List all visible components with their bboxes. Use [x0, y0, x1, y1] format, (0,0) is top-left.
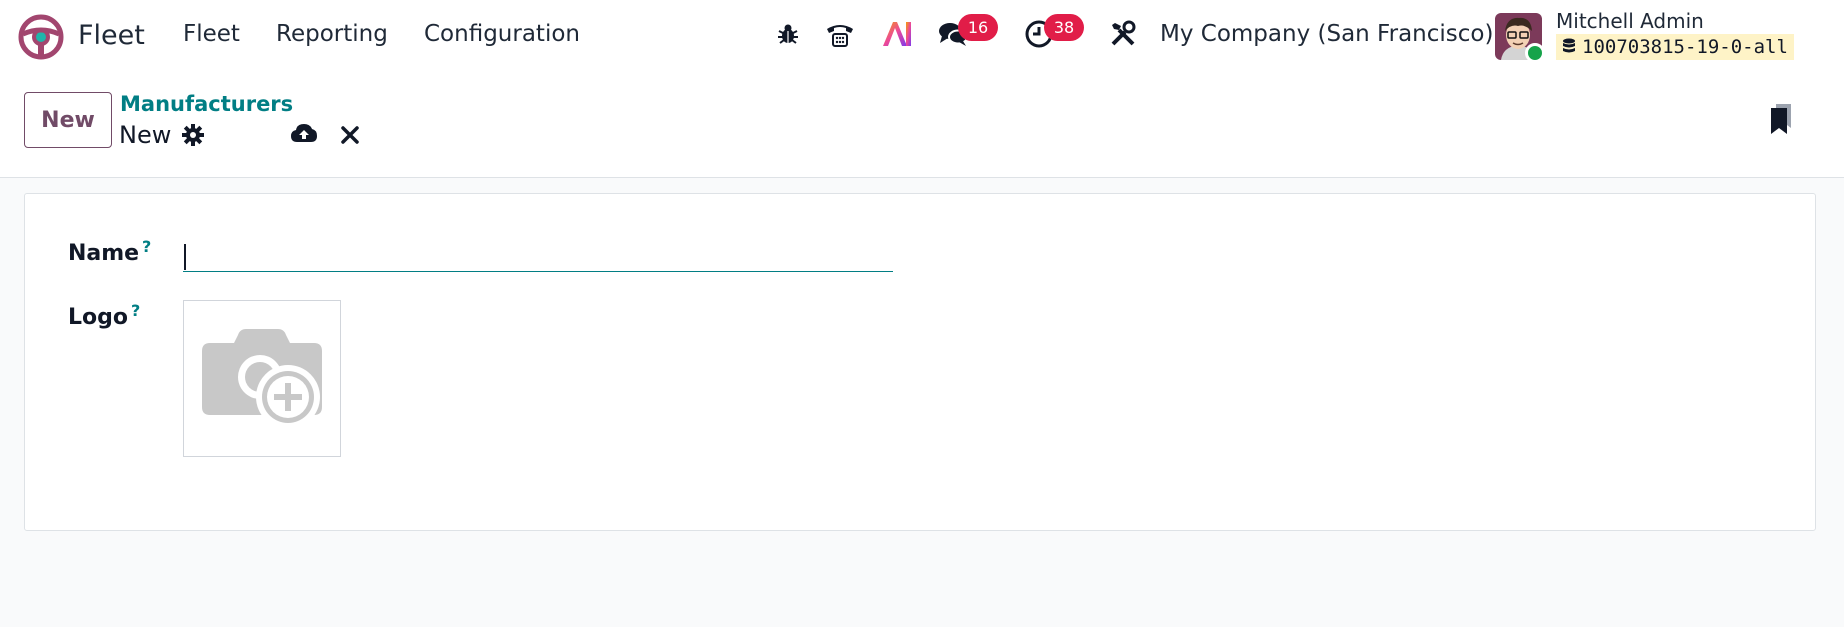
app-name: Fleet: [78, 20, 145, 51]
discard-close-icon[interactable]: [335, 120, 365, 150]
database-badge: 100703815-19-0-all: [1556, 34, 1794, 60]
logo-label: Logo: [68, 305, 128, 330]
record-title: New: [119, 121, 172, 149]
menu-configuration[interactable]: Configuration: [424, 21, 580, 47]
ai-icon[interactable]: [880, 17, 914, 51]
online-status-dot: [1525, 43, 1545, 63]
name-label: Name: [68, 241, 140, 266]
steering-wheel-icon: [18, 14, 64, 60]
debug-icon[interactable]: [771, 17, 805, 51]
logo-upload[interactable]: [183, 300, 341, 457]
bookmark-icon[interactable]: [1766, 104, 1796, 134]
form-sheet: Name ? Logo ?: [24, 193, 1816, 531]
company-switcher[interactable]: My Company (San Francisco): [1160, 21, 1493, 47]
menu-fleet[interactable]: Fleet: [183, 21, 240, 47]
camera-add-icon: [202, 328, 322, 429]
tools-icon[interactable]: [1106, 17, 1140, 51]
database-name: 100703815-19-0-all: [1582, 36, 1788, 58]
phone-icon[interactable]: [823, 17, 857, 51]
messages-badge: 16: [958, 14, 998, 41]
gear-icon[interactable]: [178, 120, 208, 150]
name-input[interactable]: [183, 238, 893, 272]
save-cloud-icon[interactable]: [289, 118, 319, 148]
top-navbar: Fleet Fleet Reporting Configuration 16 3…: [0, 0, 1844, 74]
control-panel: New Manufacturers New: [0, 74, 1844, 178]
breadcrumb-manufacturers[interactable]: Manufacturers: [120, 92, 293, 116]
menu-reporting[interactable]: Reporting: [276, 21, 388, 47]
app-brand[interactable]: Fleet: [18, 14, 145, 60]
new-button[interactable]: New: [24, 92, 112, 148]
name-help-tooltip[interactable]: ?: [142, 237, 151, 256]
user-name[interactable]: Mitchell Admin: [1556, 9, 1704, 33]
database-icon: [1563, 38, 1575, 53]
text-caret: [184, 244, 186, 270]
logo-help-tooltip[interactable]: ?: [131, 301, 140, 320]
activities-badge: 38: [1044, 14, 1084, 41]
